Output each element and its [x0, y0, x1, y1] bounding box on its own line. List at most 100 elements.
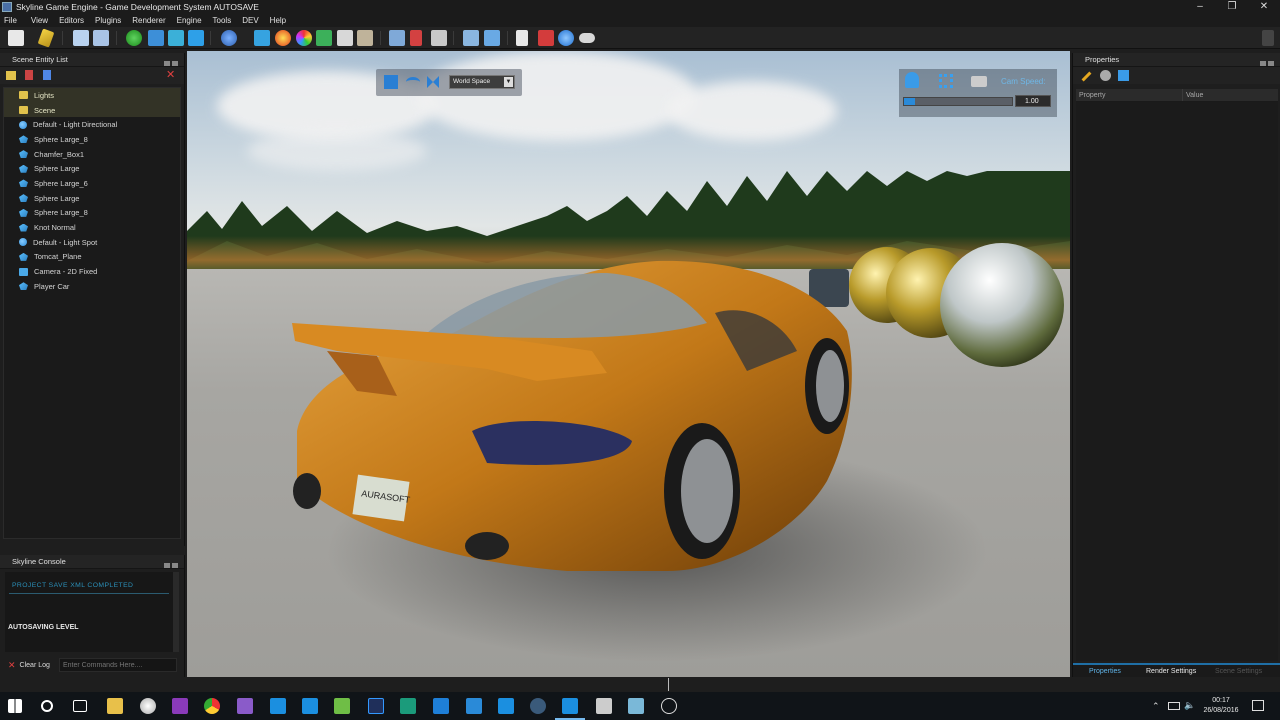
- clock[interactable]: 00:17 26/08/2016: [1196, 696, 1246, 716]
- menu-dev[interactable]: DEV: [242, 16, 258, 25]
- menu-plugins[interactable]: Plugins: [95, 16, 121, 25]
- entity-item[interactable]: Sphere Large: [4, 191, 180, 206]
- entity-item[interactable]: Camera - 2D Fixed: [4, 264, 180, 279]
- refresh-icon[interactable]: [126, 30, 142, 46]
- action-center-icon[interactable]: [1252, 700, 1264, 711]
- audio-icon[interactable]: [516, 30, 528, 46]
- entity-item[interactable]: Sphere Large_8: [4, 206, 180, 221]
- start-windows-icon[interactable]: [8, 699, 22, 713]
- steam-icon[interactable]: [530, 698, 546, 714]
- layout-icon[interactable]: [463, 30, 479, 46]
- cam-speed-value[interactable]: 1.00: [1015, 95, 1051, 107]
- notepad-icon[interactable]: [334, 698, 350, 714]
- skyline-app-icon[interactable]: [302, 698, 318, 714]
- script-icon[interactable]: [168, 30, 184, 46]
- menu-file[interactable]: File: [4, 16, 17, 25]
- scale-tool-icon[interactable]: [427, 76, 439, 88]
- console-scrollbar[interactable]: [173, 572, 179, 652]
- particle-icon[interactable]: [275, 30, 291, 46]
- rotate-tool-icon[interactable]: [406, 77, 420, 87]
- skyline-app-icon[interactable]: [270, 698, 286, 714]
- play-icon[interactable]: [558, 30, 574, 46]
- cam-speed-slider[interactable]: [903, 97, 1013, 106]
- chevron-up-icon[interactable]: ⌃: [1152, 701, 1160, 712]
- task-view-icon[interactable]: [73, 700, 87, 712]
- obs-icon[interactable]: [661, 698, 677, 714]
- globe-icon[interactable]: [221, 30, 237, 46]
- terrain-icon[interactable]: [316, 30, 332, 46]
- menu-engine[interactable]: Engine: [177, 16, 202, 25]
- document-icon[interactable]: [337, 30, 353, 46]
- move-tool-icon[interactable]: [384, 75, 398, 89]
- menu-renderer[interactable]: Renderer: [132, 16, 165, 25]
- clear-log-button[interactable]: ✕ Clear Log: [3, 658, 59, 672]
- visual-studio-icon[interactable]: [237, 698, 253, 714]
- settings-gear-icon[interactable]: [1100, 70, 1111, 81]
- window-app-icon[interactable]: [466, 698, 482, 714]
- scroll-thumb[interactable]: [668, 678, 669, 691]
- window-icon[interactable]: [389, 30, 405, 46]
- text-tool-icon[interactable]: [43, 70, 51, 80]
- onenote-icon[interactable]: [172, 698, 188, 714]
- menu-help[interactable]: Help: [270, 16, 286, 25]
- save-icon[interactable]: [73, 30, 89, 46]
- gamepad-icon[interactable]: [579, 33, 595, 43]
- mesh-icon[interactable]: [254, 30, 270, 46]
- entity-item[interactable]: Scene: [4, 102, 180, 118]
- store-icon[interactable]: [433, 698, 449, 714]
- coordinate-space-select[interactable]: World Space ▼: [449, 75, 515, 89]
- scene-viewport[interactable]: AURASOFT World Space ▼ Cam Speed: 1.00: [187, 51, 1070, 677]
- entity-item[interactable]: Tomcat_Plane: [4, 250, 180, 265]
- entity-item[interactable]: Sphere Large_8: [4, 132, 180, 147]
- property-column-header[interactable]: Property: [1076, 89, 1183, 101]
- pen-icon[interactable]: [410, 30, 422, 46]
- add-folder-icon[interactable]: [6, 71, 16, 80]
- record-icon[interactable]: [538, 30, 554, 46]
- hierarchy-icon[interactable]: [1118, 70, 1129, 81]
- image-icon[interactable]: [431, 30, 447, 46]
- entity-item[interactable]: Player Car: [4, 279, 180, 294]
- notification-bell-icon[interactable]: [1262, 30, 1274, 46]
- add-entity-icon[interactable]: [25, 70, 33, 80]
- delete-entity-icon[interactable]: ✕: [166, 70, 175, 81]
- export-icon[interactable]: [148, 30, 164, 46]
- network-icon[interactable]: [1168, 702, 1180, 710]
- app-icon[interactable]: [596, 698, 612, 714]
- entity-item[interactable]: Default - Light Directional: [4, 117, 180, 132]
- app-icon[interactable]: [400, 698, 416, 714]
- close-window-button[interactable]: ✕: [1248, 0, 1280, 14]
- text-icon[interactable]: [188, 30, 204, 46]
- menu-view[interactable]: View: [31, 16, 48, 25]
- minimize-button[interactable]: –: [1184, 0, 1216, 14]
- app-icon[interactable]: [140, 698, 156, 714]
- maximize-button[interactable]: ❐: [1216, 0, 1248, 14]
- menu-tools[interactable]: Tools: [213, 16, 232, 25]
- app-icon[interactable]: [628, 698, 644, 714]
- skyline-app-icon[interactable]: [498, 698, 514, 714]
- value-column-header[interactable]: Value: [1183, 89, 1203, 101]
- entity-item[interactable]: Sphere Large_6: [4, 176, 180, 191]
- new-file-icon[interactable]: [8, 30, 24, 46]
- volume-icon[interactable]: 🔈: [1184, 700, 1195, 711]
- file-explorer-icon[interactable]: [107, 698, 123, 714]
- fit-view-icon[interactable]: [939, 74, 953, 88]
- monitor-icon[interactable]: [484, 30, 500, 46]
- material-icon[interactable]: [296, 30, 312, 46]
- menu-editors[interactable]: Editors: [59, 16, 84, 25]
- entity-item[interactable]: Lights: [4, 88, 180, 103]
- entity-item[interactable]: Sphere Large: [4, 161, 180, 176]
- screenshot-camera-icon[interactable]: [971, 76, 987, 87]
- entity-item[interactable]: Default - Light Spot: [4, 235, 180, 250]
- entity-item[interactable]: Knot Normal: [4, 220, 180, 235]
- brush-icon[interactable]: [357, 30, 373, 46]
- entity-item[interactable]: Chamfer_Box1: [4, 147, 180, 162]
- command-input[interactable]: [59, 658, 177, 672]
- search-icon[interactable]: [41, 700, 53, 712]
- photoshop-icon[interactable]: [368, 698, 384, 714]
- skyline-active-app-icon[interactable]: [562, 698, 578, 714]
- save-as-icon[interactable]: [93, 30, 109, 46]
- chrome-browser-icon[interactable]: [204, 698, 220, 714]
- edit-pencil-icon[interactable]: [1081, 71, 1092, 82]
- open-folder-icon[interactable]: [37, 28, 55, 48]
- camera-light-icon[interactable]: [905, 72, 919, 88]
